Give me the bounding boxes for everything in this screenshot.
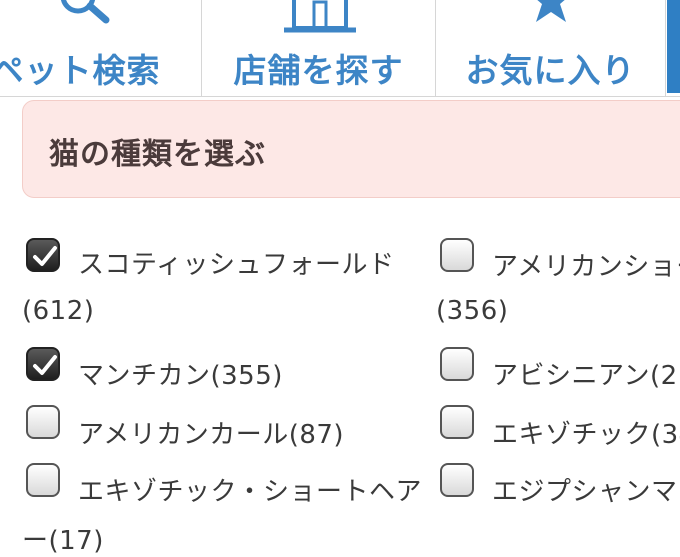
top-navigation: ペット検索 店舗を探す お気に入り <box>0 0 680 97</box>
breed-label: アビシニアン(21) <box>492 361 680 391</box>
tab-find-store-label: 店舗を探す <box>233 51 404 90</box>
section-title: 猫の種類を選ぶ <box>49 137 266 172</box>
checkbox-abyssinian[interactable] <box>440 347 474 381</box>
checkbox-exotic-shorthair[interactable] <box>26 463 60 497</box>
tab-pet-search-label: ペット検索 <box>0 51 161 90</box>
breed-count: (612) <box>22 296 95 326</box>
breed-label: アメリカンカール(87) <box>78 420 345 450</box>
checkmark-icon <box>33 355 57 375</box>
breed-label: アメリカンショー <box>492 252 680 282</box>
checkbox-munchkin[interactable] <box>26 347 60 381</box>
breed-label: エジプシャンマウ <box>492 477 680 507</box>
breed-count: ー(17) <box>22 526 104 556</box>
breed-label: エキゾチック・ショートヘア <box>78 477 422 507</box>
breed-label: マンチカン(355) <box>78 361 283 391</box>
search-icon <box>60 0 110 24</box>
store-icon <box>284 0 356 33</box>
star-icon <box>536 0 566 22</box>
tab-find-store[interactable]: 店舗を探す <box>202 0 436 96</box>
tab-pet-search[interactable]: ペット検索 <box>0 0 202 96</box>
section-header: 猫の種類を選ぶ <box>22 100 680 198</box>
checkbox-exotic[interactable] <box>440 405 474 439</box>
checkbox-american-shorthair[interactable] <box>440 238 474 272</box>
breed-label: エキゾチック(34) <box>492 420 680 450</box>
checkbox-american-curl[interactable] <box>26 405 60 439</box>
checkbox-scottish-fold[interactable] <box>26 238 60 272</box>
nav-accent-bar <box>667 0 680 93</box>
tab-favorites[interactable]: お気に入り <box>436 0 666 96</box>
breed-label: スコティッシュフォールド <box>78 250 395 280</box>
tab-favorites-label: お気に入り <box>465 51 636 90</box>
checkbox-egyptian-mau[interactable] <box>440 463 474 497</box>
breed-count: (356) <box>436 296 509 326</box>
checkmark-icon <box>33 246 57 266</box>
